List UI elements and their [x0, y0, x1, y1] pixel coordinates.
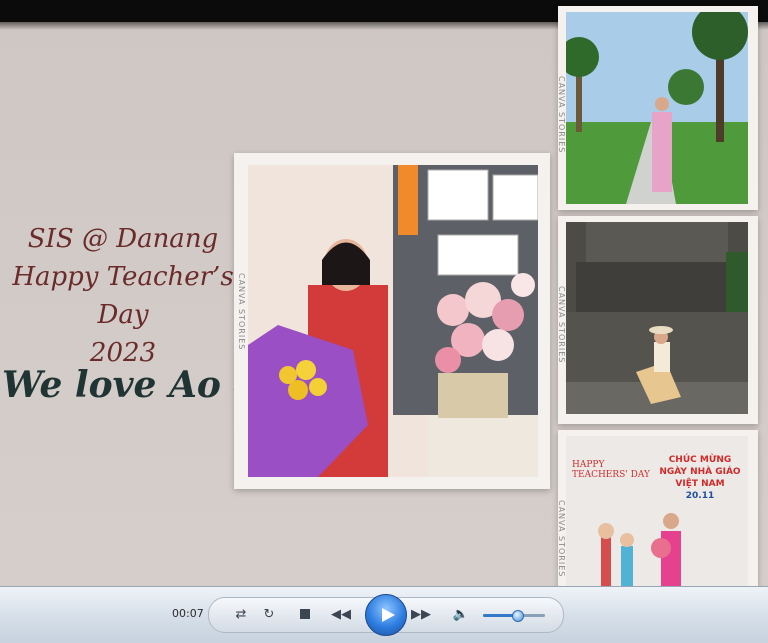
play-button[interactable]: [365, 594, 407, 636]
shuffle-icon: ⇄: [235, 606, 247, 622]
side-photo-1: [566, 12, 748, 204]
title-line-2: Happy Teacher’s Day: [12, 262, 234, 330]
side-photo-2-brand: CANVA STORIES: [557, 286, 566, 364]
media-controls-bar: 00:07 ⇄ ↻ ◀◀ ▶▶ 🔈: [0, 586, 768, 643]
side-photo-1-brand: CANVA STORIES: [557, 76, 566, 154]
shuffle-button[interactable]: ⇄: [230, 603, 252, 625]
banner-line-3: VIỆT NAM: [675, 479, 725, 489]
play-icon: [381, 608, 395, 622]
slideshow-stage: SIS @ Danang Happy Teacher’s Day 2023 We…: [0, 0, 768, 642]
repeat-button[interactable]: ↻: [258, 603, 280, 625]
volume-knob[interactable]: [512, 610, 525, 622]
banner-line-1: CHÚC MỪNG: [668, 455, 732, 465]
banner-date: 20.11: [685, 491, 715, 501]
side-photo-3-banner-left: HAPPY TEACHERS' DAY: [572, 460, 650, 480]
side-photo-2: [566, 222, 748, 414]
side-photo-3-brand: CANVA STORIES: [557, 500, 566, 578]
next-button[interactable]: ▶▶: [410, 603, 432, 625]
mute-button[interactable]: 🔈: [450, 603, 472, 625]
main-photo-frame: CANVA STORIES: [234, 153, 550, 489]
repeat-icon: ↻: [263, 606, 275, 622]
slogan: We love Ao dai: [2, 364, 296, 406]
side-photo-frame-1: CANVA STORIES: [557, 6, 758, 210]
speaker-icon: 🔈: [452, 606, 470, 622]
next-icon: ▶▶: [411, 606, 431, 622]
stop-button[interactable]: [294, 603, 316, 625]
title-line-1: SIS @ Danang: [27, 224, 219, 254]
main-photo-brand: CANVA STORIES: [237, 273, 246, 351]
main-photo: [248, 165, 538, 477]
stop-icon: [300, 609, 310, 619]
previous-button[interactable]: ◀◀: [330, 603, 352, 625]
title-block: SIS @ Danang Happy Teacher’s Day 2023: [8, 220, 238, 372]
elapsed-time: 00:07: [172, 607, 204, 620]
volume-slider[interactable]: [483, 610, 545, 622]
side-photo-3-banner-right: CHÚC MỪNG NGÀY NHÀ GIÁO VIỆT NAM 20.11: [652, 454, 748, 502]
banner-line-2: NGÀY NHÀ GIÁO: [659, 467, 741, 477]
side-photo-frame-2: CANVA STORIES: [557, 216, 758, 424]
previous-icon: ◀◀: [331, 606, 351, 622]
